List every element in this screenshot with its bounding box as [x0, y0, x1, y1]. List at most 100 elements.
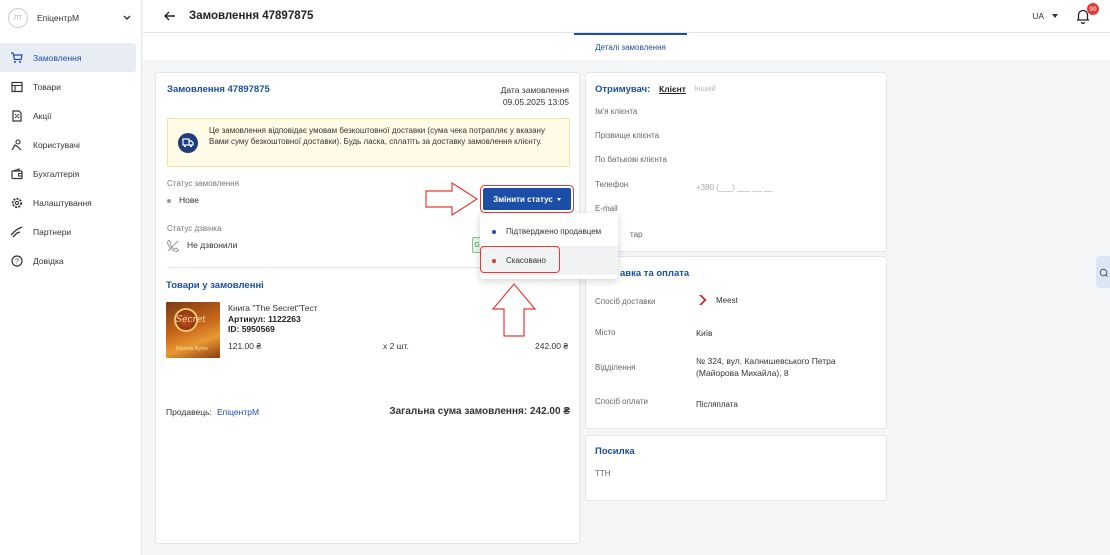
sidebar-item-label: Замовлення [33, 52, 82, 63]
sidebar-item-settings[interactable]: Налаштування [0, 188, 135, 217]
city-value: Київ [696, 328, 713, 338]
parcel-title: Посилка [595, 446, 635, 457]
parcel-panel: Посилка ТТН [585, 435, 887, 501]
call-status-label: Статус дзвінка [167, 224, 222, 233]
product-quantity: x 2 шт. [383, 341, 409, 351]
caret-down-icon [556, 197, 561, 201]
promo-icon [10, 109, 23, 122]
phone-off-icon [166, 239, 180, 253]
recipient-panel: Отримувач: Клієнт Інший Ім'я клієнта Прі… [585, 72, 887, 252]
svg-text:?: ? [15, 258, 19, 265]
change-status-button[interactable]: Змінити статус [483, 188, 571, 210]
sidebar-item-promotions[interactable]: Акції [0, 101, 135, 130]
product-image[interactable]: Secret Rhonda Byrne [166, 302, 220, 358]
top-header: Замовлення 47897875 UA 99 [143, 0, 1110, 33]
page-title: Замовлення 47897875 [189, 10, 314, 22]
branch-value-line2: (Майорова Михайла), 8 [696, 368, 789, 378]
sidebar-item-label: Партнери [33, 226, 72, 237]
status-dropdown: Підтверджено продавцем Скасовано [480, 213, 618, 279]
notification-badge: 99 [1087, 3, 1099, 15]
sidebar-item-label: Бухгалтерія [33, 168, 80, 179]
order-status-text: Нове [179, 195, 200, 205]
status-option-confirmed[interactable]: Підтверджено продавцем [480, 217, 618, 246]
tab-order-details[interactable]: Деталі замовлення [574, 33, 687, 59]
delivery-method-value: Meest [716, 296, 738, 305]
sidebar-nav: Замовлення Товари Акції Користувачі Бухг… [0, 43, 141, 275]
status-option-cancelled[interactable]: Скасовано [480, 246, 618, 275]
cover-title: Secret [176, 315, 206, 325]
sidebar-item-label: Товари [33, 81, 61, 92]
comment-label: тар [630, 230, 643, 239]
delivery-method-label: Спосіб доставки [595, 297, 656, 306]
seller-label: Продавець: [166, 407, 212, 417]
caret-down-icon [1052, 14, 1058, 18]
handshake-icon [10, 225, 23, 238]
chat-icon[interactable] [1096, 256, 1110, 288]
branch-label: Відділення [595, 363, 636, 372]
sidebar-item-help[interactable]: ? Довідка [0, 246, 135, 275]
change-status-label: Змінити статус [493, 194, 553, 204]
email-label: E-mail [595, 204, 618, 213]
city-label: Місто [595, 328, 616, 337]
product-id: ID: 5950569 [228, 324, 275, 334]
product-price: 121.00 ₴ [228, 341, 262, 351]
option-dot [492, 229, 496, 234]
order-date-value: 09.05.2025 13:05 [502, 97, 569, 107]
recipient-title: Отримувач: [595, 84, 651, 95]
middle-name-label: По батькові клієнта [595, 155, 667, 164]
option-dot [492, 258, 496, 263]
order-status-value: Нове [167, 195, 199, 205]
call-status-value: Не дзвонили [187, 240, 238, 250]
seller-link[interactable]: ЕпіцентрМ [217, 407, 259, 417]
free-delivery-notice: Це замовлення відповідає умовам безкошто… [167, 118, 570, 167]
delivery-truck-icon [178, 133, 198, 153]
brand-avatar: ЛТ [8, 8, 28, 28]
product-total: 242.00 ₴ [535, 341, 569, 351]
order-date-label: Дата замовлення [500, 85, 569, 95]
sidebar-item-label: Довідка [33, 255, 64, 266]
gear-icon [10, 196, 23, 209]
phone-label: Телефон [595, 180, 629, 189]
sidebar-item-users[interactable]: Користувачі [0, 130, 135, 159]
option-label: Підтверджено продавцем [506, 227, 602, 236]
ttn-label: ТТН [595, 469, 611, 478]
cart-icon [10, 51, 23, 64]
sidebar: ЛТ ЕпіцентрМ Замовлення Товари Акції Кор… [0, 0, 142, 555]
wallet-icon [10, 167, 23, 180]
branch-value-line1: № 324, вул. Калнишевського Петра [696, 356, 836, 366]
sidebar-item-label: Користувачі [33, 139, 80, 150]
tab-bar: Деталі замовлення [143, 33, 1110, 60]
order-status-label: Статус замовлення [167, 179, 239, 188]
status-dot [167, 198, 171, 203]
delivery-panel: авка та оплата Спосіб доставки Meest Міс… [585, 256, 887, 429]
sidebar-item-accounting[interactable]: Бухгалтерія [0, 159, 135, 188]
product-name[interactable]: Книга "The Secret"Тест [228, 303, 318, 313]
users-icon [10, 138, 23, 151]
sidebar-item-products[interactable]: Товари [0, 72, 135, 101]
back-arrow-icon[interactable] [163, 9, 177, 23]
help-icon: ? [10, 254, 23, 267]
phone-field[interactable]: +380 (___) ___ __ __ [696, 183, 773, 192]
meest-logo-icon [696, 293, 710, 307]
goods-title: Товари у замовленні [166, 280, 264, 291]
sidebar-item-orders[interactable]: Замовлення [0, 43, 136, 72]
language-value: UA [1032, 11, 1044, 21]
last-name-label: Прізвище клієнта [595, 131, 660, 140]
order-title: Замовлення 47897875 [167, 84, 270, 95]
option-label: Скасовано [506, 256, 546, 265]
sidebar-item-partners[interactable]: Партнери [0, 217, 135, 246]
language-selector[interactable]: UA [1032, 11, 1058, 21]
sidebar-item-label: Налаштування [33, 197, 92, 208]
brand-name: ЕпіцентрМ [37, 13, 80, 23]
tab-recipient-client[interactable]: Клієнт [659, 84, 686, 94]
first-name-label: Ім'я клієнта [595, 107, 638, 116]
notice-text: Це замовлення відповідає умовам безкошто… [209, 126, 545, 146]
chevron-down-icon[interactable] [121, 12, 133, 24]
order-total-sum: Загальна сума замовлення: 242.00 ₴ [389, 406, 570, 417]
delivery-title: авка та оплата [620, 268, 690, 279]
sidebar-item-label: Акції [33, 110, 52, 121]
store-icon [10, 80, 23, 93]
tab-recipient-other[interactable]: Інший [694, 84, 716, 93]
brand-switcher[interactable]: ЛТ ЕпіцентрМ [0, 0, 141, 36]
payment-label: Спосіб оплати [595, 397, 648, 406]
